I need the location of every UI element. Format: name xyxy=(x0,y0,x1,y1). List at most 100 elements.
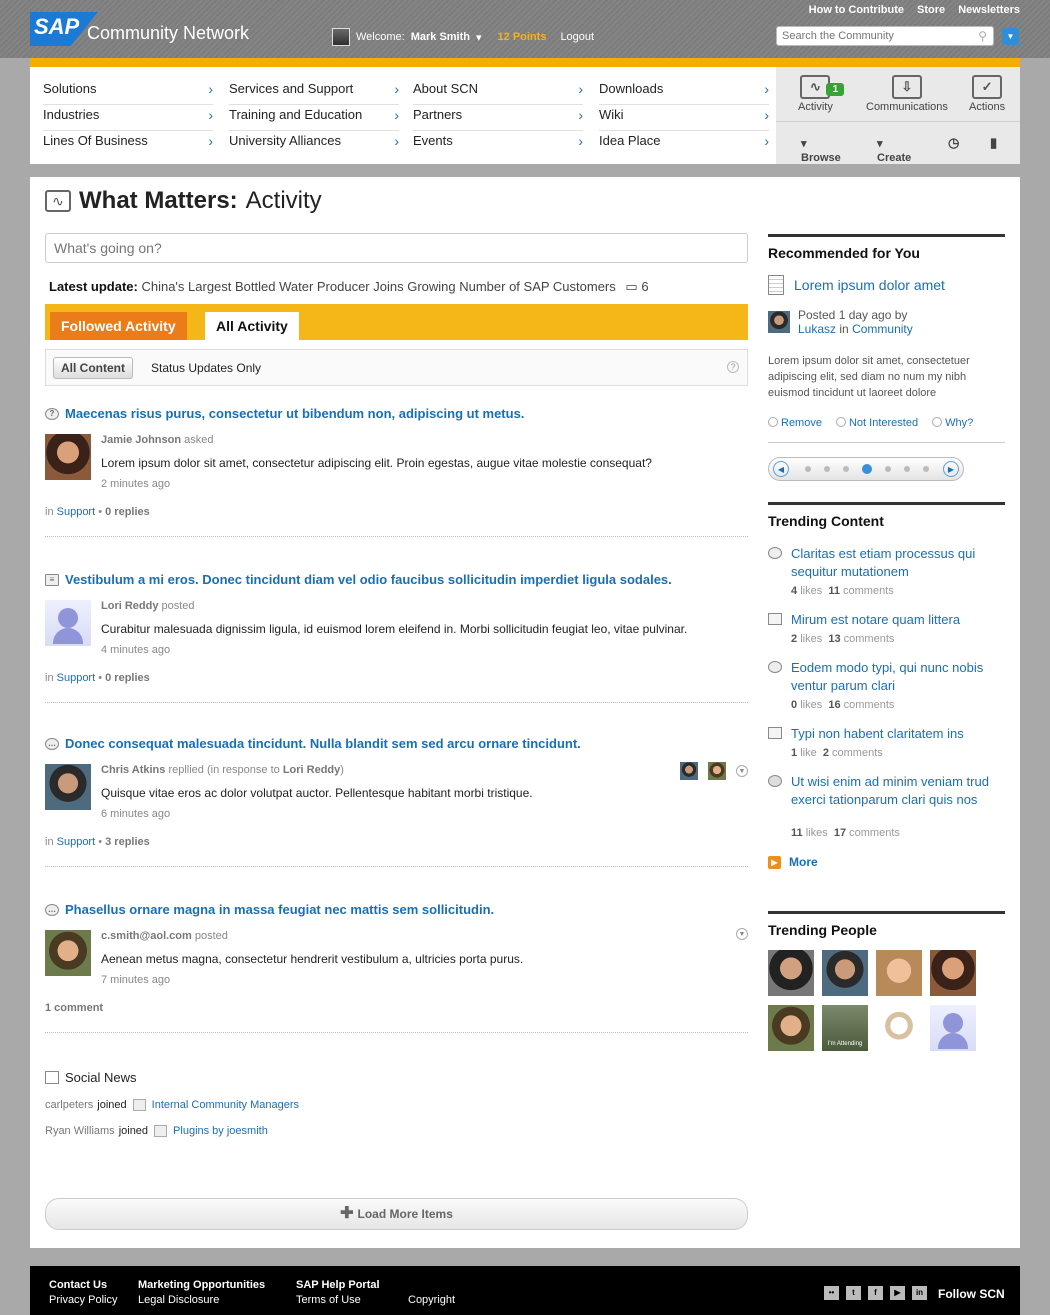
place-link[interactable]: Support xyxy=(57,672,96,684)
search-input[interactable] xyxy=(777,27,957,45)
nav-item-services-support[interactable]: Services and Support › xyxy=(229,79,399,105)
carousel-dot[interactable] xyxy=(805,466,811,472)
status-updates-only-link[interactable]: Status Updates Only xyxy=(151,361,261,375)
carousel-dot[interactable] xyxy=(824,466,830,472)
caret-down-icon[interactable]: ▾ xyxy=(476,31,482,44)
remove-link[interactable]: Remove xyxy=(768,417,822,429)
carousel-dot[interactable] xyxy=(843,466,849,472)
not-interested-link[interactable]: Not Interested xyxy=(835,417,918,429)
recommended-title-link[interactable]: Lorem ipsum dolor amet xyxy=(794,277,945,293)
latest-update-text[interactable]: China's Largest Bottled Water Producer J… xyxy=(141,279,615,294)
store-link[interactable]: Store xyxy=(917,4,945,16)
more-link[interactable]: ▶ More xyxy=(768,855,818,869)
all-content-button[interactable]: All Content xyxy=(53,357,133,379)
person-avatar[interactable] xyxy=(768,1005,814,1051)
post-title[interactable]: Vestibulum a mi eros. Donec tincidunt di… xyxy=(65,572,672,587)
post-title[interactable]: Maecenas risus purus, consectetur ut bib… xyxy=(65,406,524,421)
history-clock-icon[interactable]: ◷ xyxy=(948,135,959,151)
chevron-down-icon[interactable]: ▼ xyxy=(736,765,748,777)
group-link[interactable]: Plugins by joesmith xyxy=(173,1125,268,1137)
person-avatar[interactable] xyxy=(930,950,976,996)
nav-item-downloads[interactable]: Downloads › xyxy=(599,79,769,105)
author-link[interactable]: Lukasz xyxy=(798,322,836,336)
post-author[interactable]: Jamie Johnson xyxy=(101,434,181,446)
avatar[interactable] xyxy=(45,434,91,480)
nav-item-events[interactable]: Events › xyxy=(413,131,583,157)
post-author[interactable]: c.smith@aol.com xyxy=(101,930,192,942)
twitter-icon[interactable]: t xyxy=(846,1286,861,1300)
avatar[interactable] xyxy=(768,311,790,333)
youtube-icon[interactable]: ▶ xyxy=(890,1286,905,1300)
header-dropdown-button[interactable]: ▼ xyxy=(1002,28,1019,45)
place-link[interactable]: Support xyxy=(57,836,96,848)
terms-of-use-link[interactable]: Terms of Use xyxy=(296,1294,361,1306)
nav-item-about-scn[interactable]: About SCN › xyxy=(413,79,583,105)
follow-scn-link[interactable]: Follow SCN xyxy=(938,1287,1005,1301)
sap-help-portal-link[interactable]: SAP Help Portal xyxy=(296,1278,380,1293)
post-title[interactable]: Donec consequat malesuada tincidunt. Nul… xyxy=(65,736,581,751)
status-input[interactable] xyxy=(46,234,747,262)
post-author[interactable]: Lori Reddy xyxy=(101,600,158,612)
participant-avatar[interactable] xyxy=(680,762,698,780)
trending-title-link[interactable]: Eodem modo typi, qui nunc nobis ventur p… xyxy=(791,659,1001,695)
marketing-opportunities-link[interactable]: Marketing Opportunities xyxy=(138,1278,265,1293)
avatar[interactable] xyxy=(45,930,91,976)
browse-menu[interactable]: Browse ▾ xyxy=(801,137,841,164)
actions-tool[interactable]: ✓ Actions xyxy=(969,75,1005,113)
trending-title-link[interactable]: Claritas est etiam processus qui sequitu… xyxy=(791,545,1001,581)
carousel-dot[interactable] xyxy=(885,466,891,472)
person-avatar[interactable] xyxy=(876,1005,922,1051)
person-avatar[interactable] xyxy=(876,950,922,996)
response-to-author[interactable]: Lori Reddy xyxy=(283,764,340,776)
tab-followed-activity[interactable]: Followed Activity xyxy=(50,312,187,340)
user-name-menu[interactable]: Mark Smith xyxy=(411,31,470,43)
prev-arrow-icon[interactable]: ◀ xyxy=(773,461,789,477)
chevron-down-icon[interactable]: ▼ xyxy=(736,928,748,940)
person-avatar[interactable] xyxy=(768,950,814,996)
why-link[interactable]: Why? xyxy=(932,417,973,429)
nav-item-lines-of-business[interactable]: Lines Of Business › xyxy=(43,131,213,157)
privacy-policy-link[interactable]: Privacy Policy xyxy=(49,1294,117,1306)
facebook-icon[interactable]: f xyxy=(868,1286,883,1300)
nav-item-training-education[interactable]: Training and Education › xyxy=(229,105,399,131)
bookmark-icon[interactable]: ▮ xyxy=(990,135,997,151)
comments-count[interactable]: 1 comment xyxy=(45,1002,103,1014)
help-icon[interactable]: ? xyxy=(727,361,739,373)
legal-disclosure-link[interactable]: Legal Disclosure xyxy=(138,1294,219,1306)
place-link[interactable]: Support xyxy=(57,506,96,518)
communications-tool[interactable]: ⇩ Communications xyxy=(866,75,948,113)
avatar[interactable] xyxy=(45,600,91,646)
linkedin-icon[interactable]: in xyxy=(912,1286,927,1300)
logout-link[interactable]: Logout xyxy=(560,31,594,43)
place-link[interactable]: Community xyxy=(852,322,913,336)
user-link[interactable]: carlpeters xyxy=(45,1099,93,1111)
how-to-contribute-link[interactable]: How to Contribute xyxy=(809,4,904,16)
post-author[interactable]: Chris Atkins xyxy=(101,764,165,776)
flickr-icon[interactable]: •• xyxy=(824,1286,839,1300)
newsletters-link[interactable]: Newsletters xyxy=(958,4,1020,16)
replies-count[interactable]: 0 replies xyxy=(105,506,150,518)
nav-item-university-alliances[interactable]: University Alliances › xyxy=(229,131,399,157)
trending-title-link[interactable]: Mirum est notare quam littera xyxy=(791,611,1001,629)
person-avatar[interactable] xyxy=(822,950,868,996)
carousel-dot[interactable] xyxy=(904,466,910,472)
contact-us-link[interactable]: Contact Us xyxy=(49,1278,117,1293)
nav-item-partners[interactable]: Partners › xyxy=(413,105,583,131)
nav-item-idea-place[interactable]: Idea Place › xyxy=(599,131,769,157)
trending-title-link[interactable]: Ut wisi enim ad minim veniam trud exerci… xyxy=(791,773,1001,809)
post-title[interactable]: Phasellus ornare magna in massa feugiat … xyxy=(65,902,494,917)
carousel-dot[interactable] xyxy=(923,466,929,472)
carousel-dot-active[interactable] xyxy=(862,464,872,474)
points-badge[interactable]: 12 Points xyxy=(498,31,547,43)
nav-item-solutions[interactable]: Solutions › xyxy=(43,79,213,105)
copyright-link[interactable]: Copyright xyxy=(408,1293,455,1308)
replies-count[interactable]: 3 replies xyxy=(105,836,150,848)
user-link[interactable]: Ryan Williams xyxy=(45,1125,115,1137)
trending-title-link[interactable]: Typi non habent claritatem ins xyxy=(791,725,1001,743)
create-menu[interactable]: Create ▾ xyxy=(877,137,911,164)
participant-avatar[interactable] xyxy=(708,762,726,780)
nav-item-wiki[interactable]: Wiki › xyxy=(599,105,769,131)
nav-item-industries[interactable]: Industries › xyxy=(43,105,213,131)
replies-count[interactable]: 0 replies xyxy=(105,672,150,684)
search-icon[interactable]: ⚲ xyxy=(978,29,987,43)
